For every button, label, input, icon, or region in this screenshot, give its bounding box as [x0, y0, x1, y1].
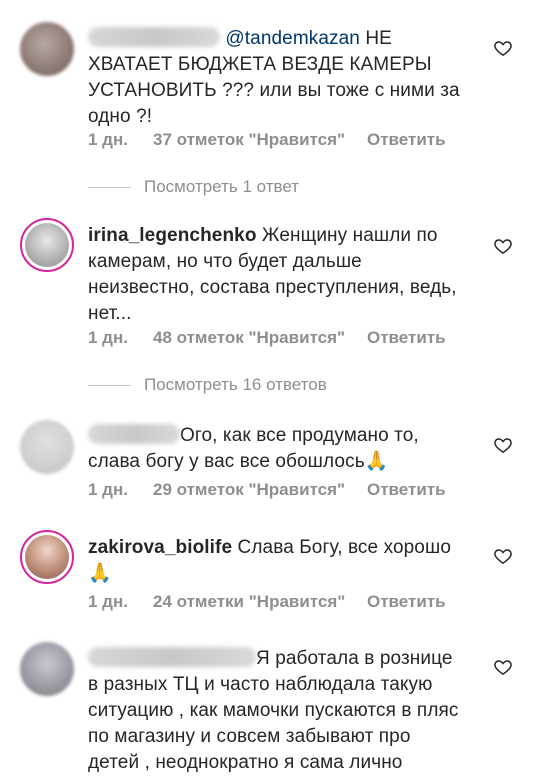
comment-text: Я работала в рознице в разных ТЦ и часто… [88, 646, 467, 776]
likes-count[interactable]: 24 отметки "Нравится" [153, 592, 367, 612]
reply-button[interactable]: Ответить [367, 130, 446, 150]
divider-line [88, 384, 131, 386]
blurred-username [88, 27, 220, 47]
view-replies-label: Посмотреть 1 ответ [144, 177, 300, 196]
comment-text: @tandemkazan НЕ ХВАТАЕТ БЮДЖЕТА ВЕЗДЕ КА… [88, 26, 467, 130]
avatar[interactable] [20, 642, 74, 696]
comment-username[interactable]: zakirova_biolife [88, 537, 232, 558]
comment-time: 1 дн. [88, 328, 128, 347]
comment-meta: 1 дн. 37 отметок "Нравится" Ответить [88, 130, 446, 150]
comment-text: zakirova_biolife Слава Богу, все хорошо … [88, 535, 467, 587]
blurred-username [88, 424, 180, 444]
mention-link[interactable]: @tandemkazan [225, 28, 360, 49]
comment-time: 1 дн. [88, 130, 128, 149]
comment-text: Ого, как все продумано то, слава богу у … [88, 423, 467, 475]
comment-time: 1 дн. [88, 592, 128, 611]
heart-icon[interactable] [493, 236, 513, 256]
view-replies-label: Посмотреть 16 ответов [144, 375, 327, 394]
comment-meta: 1 дн. 48 отметок "Нравится" Ответить [88, 328, 446, 348]
view-replies-button[interactable]: Посмотреть 16 ответов [88, 375, 327, 395]
avatar[interactable] [20, 420, 74, 474]
heart-icon[interactable] [493, 38, 513, 58]
view-replies-button[interactable]: Посмотреть 1 ответ [88, 177, 299, 197]
avatar[interactable] [20, 22, 74, 76]
comment-username[interactable]: irina_legenchenko [88, 225, 257, 246]
reply-button[interactable]: Ответить [367, 328, 446, 348]
divider-line [88, 186, 131, 188]
reply-button[interactable]: Ответить [367, 480, 446, 500]
comment-meta: 1 дн. 24 отметки "Нравится" Ответить [88, 592, 446, 612]
avatar[interactable] [20, 530, 74, 584]
heart-icon[interactable] [493, 657, 513, 677]
likes-count[interactable]: 48 отметок "Нравится" [153, 328, 367, 348]
reply-button[interactable]: Ответить [367, 592, 446, 612]
comment-text: irina_legenchenko Женщину нашли по камер… [88, 223, 467, 327]
comment-time: 1 дн. [88, 480, 128, 499]
likes-count[interactable]: 29 отметок "Нравится" [153, 480, 367, 500]
comment-meta: 1 дн. 29 отметок "Нравится" Ответить [88, 480, 446, 500]
heart-icon[interactable] [493, 546, 513, 566]
heart-icon[interactable] [493, 435, 513, 455]
blurred-username [88, 647, 256, 667]
likes-count[interactable]: 37 отметок "Нравится" [153, 130, 367, 150]
avatar[interactable] [20, 218, 74, 272]
